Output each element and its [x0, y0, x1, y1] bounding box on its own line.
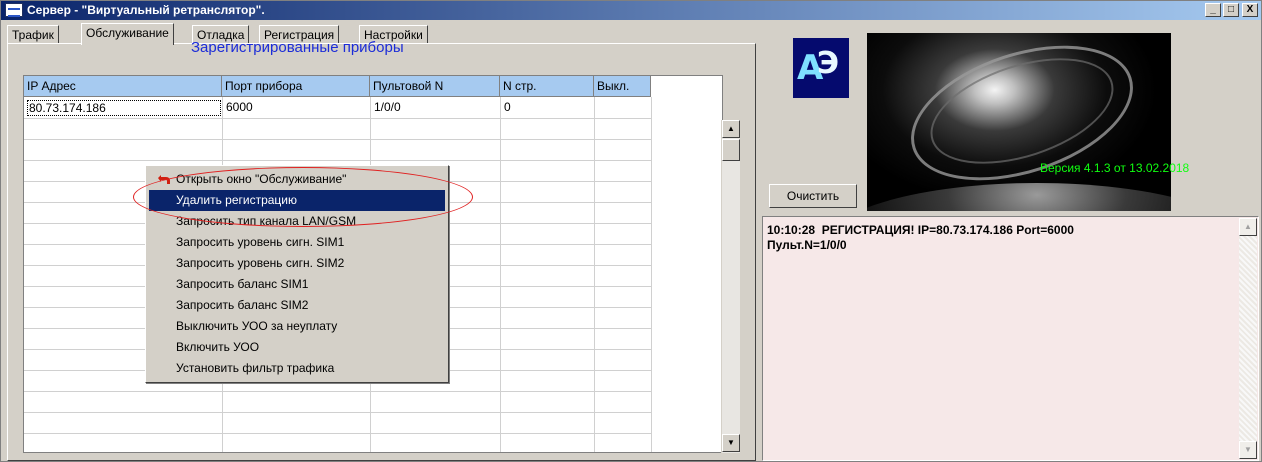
splash-image — [867, 33, 1171, 211]
maximize-button[interactable]: □ — [1223, 3, 1239, 17]
row-divider — [24, 118, 651, 119]
logo-letter-e: Э — [817, 46, 840, 81]
version-label: Версия 4.1.3 от 13.02.2018 — [1040, 161, 1190, 175]
tab-maintenance[interactable]: Обслуживание — [81, 23, 174, 45]
column-header-off[interactable]: Выкл. — [594, 76, 651, 97]
close-button[interactable]: X — [1242, 3, 1258, 17]
tab-traffic[interactable]: Трафик — [7, 25, 59, 44]
column-divider — [594, 97, 595, 452]
log-text: 10:10:28 РЕГИСТРАЦИЯ! IP=80.73.174.186 P… — [767, 223, 1074, 252]
menu-item-enable-device[interactable]: Включить УОО — [149, 337, 445, 358]
cell-port[interactable]: 6000 — [226, 100, 253, 114]
column-header-port[interactable]: Порт прибора — [222, 76, 370, 97]
log-textarea[interactable]: 10:10:28 РЕГИСТРАЦИЯ! IP=80.73.174.186 P… — [762, 216, 1259, 461]
panel-title: Зарегистрированные приборы — [191, 39, 404, 56]
column-divider — [651, 97, 652, 452]
menu-item-request-channel-type[interactable]: Запросить тип канала LAN/GSM — [149, 211, 445, 232]
row-divider — [24, 412, 651, 413]
row-divider — [24, 139, 651, 140]
menu-item-disable-device[interactable]: Выключить УОО за неуплату — [149, 316, 445, 337]
log-scrollbar[interactable]: ▲ ▼ — [1239, 218, 1257, 459]
open-window-icon — [158, 175, 170, 184]
title-bar: Сервер - "Виртуальный ретранслятор". _ □… — [1, 1, 1261, 20]
menu-item-request-signal-sim1[interactable]: Запросить уровень сигн. SIM1 — [149, 232, 445, 253]
menu-item-label: Открыть окно "Обслуживание" — [176, 172, 347, 186]
window-title: Сервер - "Виртуальный ретранслятор". — [27, 3, 265, 17]
scroll-up-button[interactable]: ▲ — [722, 120, 740, 138]
column-divider — [500, 97, 501, 452]
cell-console[interactable]: 1/0/0 — [374, 100, 401, 114]
row-divider — [24, 433, 651, 434]
menu-item-set-traffic-filter[interactable]: Установить фильтр трафика — [149, 358, 445, 379]
table-scrollbar[interactable]: ▲ ▼ — [721, 120, 740, 453]
menu-item-open-maintenance[interactable]: Открыть окно "Обслуживание" — [149, 169, 445, 190]
context-menu: Открыть окно "Обслуживание" Удалить реги… — [145, 165, 449, 383]
scroll-thumb[interactable] — [722, 139, 740, 161]
row-divider — [24, 391, 651, 392]
column-header-page[interactable]: N стр. — [500, 76, 594, 97]
scroll-down-button[interactable]: ▼ — [722, 434, 740, 452]
menu-item-request-balance-sim2[interactable]: Запросить баланс SIM2 — [149, 295, 445, 316]
menu-item-request-signal-sim2[interactable]: Запросить уровень сигн. SIM2 — [149, 253, 445, 274]
row-divider — [24, 160, 651, 161]
log-scroll-up-button[interactable]: ▲ — [1239, 218, 1257, 236]
menu-item-request-balance-sim1[interactable]: Запросить баланс SIM1 — [149, 274, 445, 295]
clear-button[interactable]: Очистить — [769, 184, 857, 208]
app-logo: А Э — [793, 38, 849, 98]
menu-item-delete-registration[interactable]: Удалить регистрацию — [149, 190, 445, 211]
app-icon — [5, 3, 23, 17]
cell-ip[interactable]: 80.73.174.186 — [27, 100, 221, 116]
planet-horizon — [867, 183, 1171, 211]
cell-page[interactable]: 0 — [504, 100, 511, 114]
server-window: Сервер - "Виртуальный ретранслятор". _ □… — [0, 0, 1262, 462]
column-header-console[interactable]: Пультовой N — [370, 76, 500, 97]
minimize-button[interactable]: _ — [1205, 3, 1221, 17]
log-scroll-down-button[interactable]: ▼ — [1239, 441, 1257, 459]
column-header-ip[interactable]: IP Адрес — [24, 76, 222, 97]
